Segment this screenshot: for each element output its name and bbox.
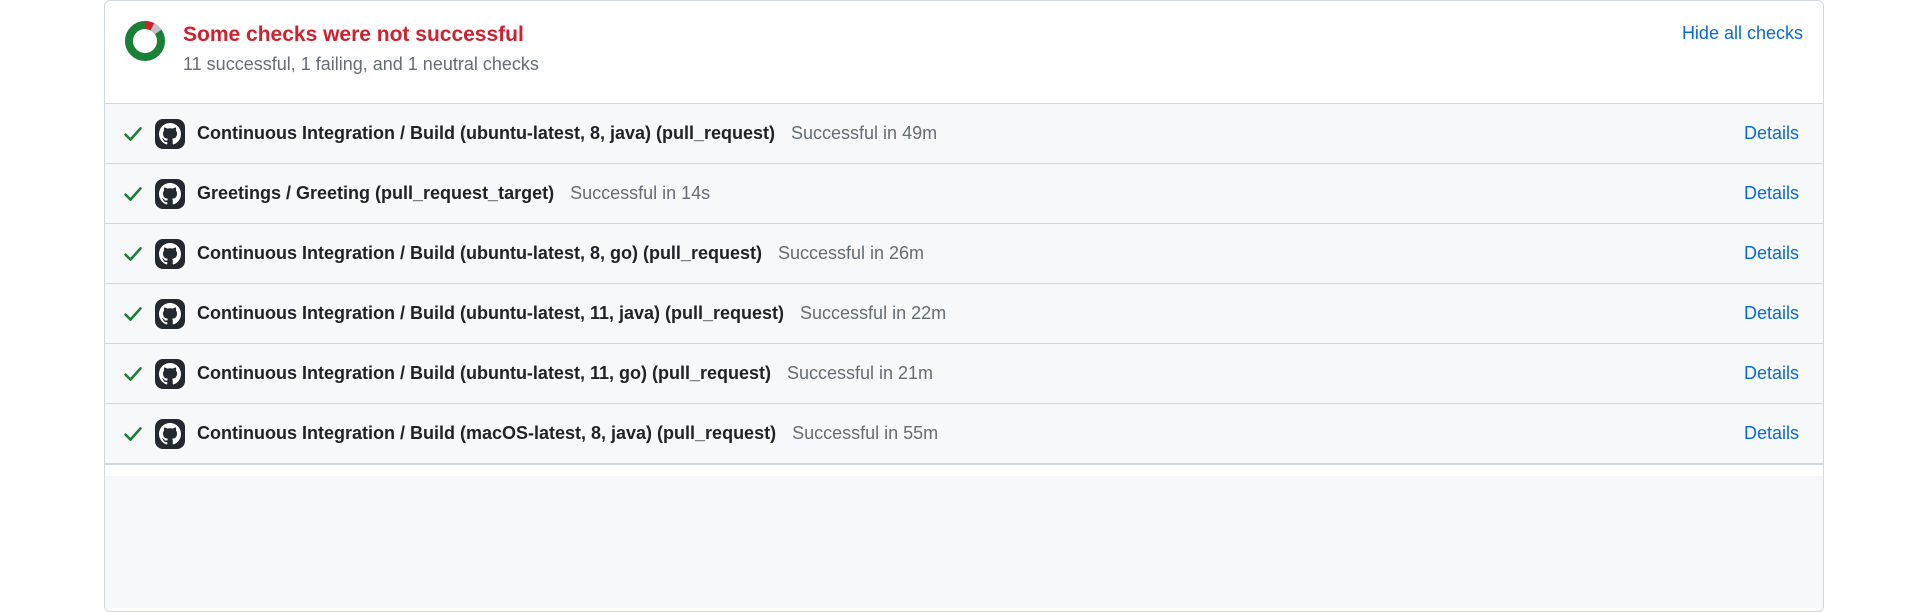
check-row: Greetings / Greeting (pull_request_targe… — [105, 164, 1823, 224]
check-text: Continuous Integration / Build (ubuntu-l… — [197, 123, 1732, 144]
details-link[interactable]: Details — [1744, 423, 1805, 444]
details-link[interactable]: Details — [1744, 243, 1805, 264]
checks-list[interactable]: Continuous Integration / Build (ubuntu-l… — [105, 103, 1823, 608]
status-donut-icon — [125, 21, 165, 61]
check-text: Continuous Integration / Build (ubuntu-l… — [197, 303, 1732, 324]
checks-header-text: Some checks were not successful 11 succe… — [183, 21, 1664, 77]
checks-panel: Some checks were not successful 11 succe… — [104, 0, 1824, 612]
check-success-icon — [123, 244, 143, 264]
check-text: Greetings / Greeting (pull_request_targe… — [197, 183, 1732, 204]
check-row: Continuous Integration / Build (ubuntu-l… — [105, 284, 1823, 344]
check-row: Continuous Integration / Build (macOS-la… — [105, 404, 1823, 464]
details-link[interactable]: Details — [1744, 183, 1805, 204]
github-actions-avatar-icon — [155, 359, 185, 389]
check-name: Greetings / Greeting (pull_request_targe… — [197, 183, 554, 204]
check-status: Successful in 22m — [800, 303, 946, 324]
check-success-icon — [123, 364, 143, 384]
github-actions-avatar-icon — [155, 299, 185, 329]
checks-subtitle: 11 successful, 1 failing, and 1 neutral … — [183, 52, 1664, 77]
check-name: Continuous Integration / Build (ubuntu-l… — [197, 303, 784, 324]
check-row: Continuous Integration / Build (ubuntu-l… — [105, 224, 1823, 284]
check-success-icon — [123, 304, 143, 324]
github-actions-avatar-icon — [155, 419, 185, 449]
github-actions-avatar-icon — [155, 119, 185, 149]
checks-title: Some checks were not successful — [183, 21, 1664, 48]
check-success-icon — [123, 424, 143, 444]
check-row: Continuous Integration / Build (ubuntu-l… — [105, 344, 1823, 404]
list-footer-separator — [105, 464, 1823, 476]
github-actions-avatar-icon — [155, 179, 185, 209]
check-text: Continuous Integration / Build (ubuntu-l… — [197, 363, 1732, 384]
checks-header: Some checks were not successful 11 succe… — [105, 1, 1823, 103]
check-status: Successful in 21m — [787, 363, 933, 384]
check-name: Continuous Integration / Build (macOS-la… — [197, 423, 776, 444]
check-name: Continuous Integration / Build (ubuntu-l… — [197, 123, 775, 144]
check-name: Continuous Integration / Build (ubuntu-l… — [197, 243, 762, 264]
check-status: Successful in 14s — [570, 183, 710, 204]
check-success-icon — [123, 124, 143, 144]
hide-all-checks-link[interactable]: Hide all checks — [1682, 21, 1803, 44]
github-actions-avatar-icon — [155, 239, 185, 269]
details-link[interactable]: Details — [1744, 363, 1805, 384]
details-link[interactable]: Details — [1744, 303, 1805, 324]
check-status: Successful in 26m — [778, 243, 924, 264]
check-status: Successful in 55m — [792, 423, 938, 444]
check-row: Continuous Integration / Build (ubuntu-l… — [105, 104, 1823, 164]
check-text: Continuous Integration / Build (ubuntu-l… — [197, 243, 1732, 264]
check-text: Continuous Integration / Build (macOS-la… — [197, 423, 1732, 444]
check-name: Continuous Integration / Build (ubuntu-l… — [197, 363, 771, 384]
check-status: Successful in 49m — [791, 123, 937, 144]
check-success-icon — [123, 184, 143, 204]
details-link[interactable]: Details — [1744, 123, 1805, 144]
